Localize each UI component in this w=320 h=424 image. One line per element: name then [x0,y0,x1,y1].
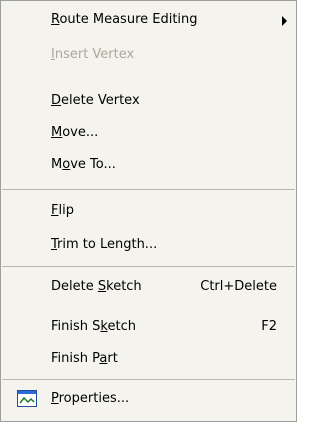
menu-item-finish-part[interactable]: Finish Part [1,343,296,375]
menu-item-route-measure-editing[interactable]: Route Measure Editing [1,4,296,36]
submenu-arrow-icon [282,16,287,26]
properties-icon [17,390,37,411]
menu-item-move[interactable]: Move... [1,117,296,149]
menu-item-label: Trim to Length... [51,237,158,252]
shortcut-label: F2 [261,319,277,334]
menu-item-label: Flip [51,203,74,218]
menu-item-finish-sketch[interactable]: Finish Sketch F2 [1,311,296,343]
menu-item-delete-vertex[interactable]: Delete Vertex [1,85,296,117]
menu-item-delete-sketch[interactable]: Delete Sketch Ctrl+Delete [1,271,296,303]
separator [2,379,295,380]
shortcut-label: Ctrl+Delete [200,279,277,294]
menu-item-label: Finish Sketch [51,319,136,334]
menu-item-trim-to-length[interactable]: Trim to Length... [1,229,296,261]
context-menu: Route Measure Editing Insert Vertex Dele… [0,0,297,422]
menu-item-label: Properties... [51,391,130,406]
menu-item-label: Route Measure Editing [51,12,198,27]
separator [2,189,295,190]
menu-item-flip[interactable]: Flip [1,195,296,227]
menu-item-label: Finish Part [51,351,118,366]
menu-item-label: Delete Vertex [51,93,140,108]
menu-item-move-to[interactable]: Move To... [1,149,296,181]
menu-item-insert-vertex: Insert Vertex [1,39,296,71]
menu-item-properties[interactable]: Properties... [1,383,296,415]
menu-item-label: Delete Sketch [51,279,142,294]
menu-item-label: Insert Vertex [51,47,135,62]
menu-item-label: Move... [51,125,99,140]
menu-item-label: Move To... [51,157,116,172]
separator [2,266,295,267]
